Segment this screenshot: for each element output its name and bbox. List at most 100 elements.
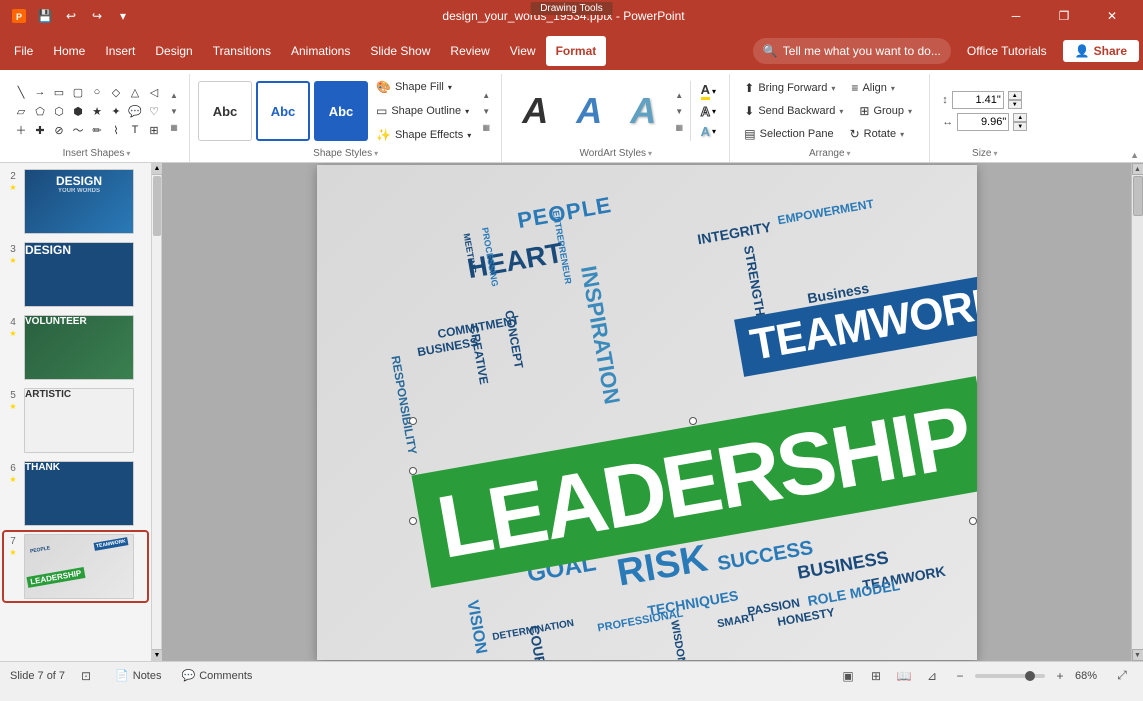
star6-tool[interactable]: ✦ — [107, 102, 125, 120]
fit-window-button[interactable]: ⤢ — [1111, 665, 1133, 687]
style-swatch-2[interactable]: Abc — [256, 81, 310, 141]
save-button[interactable]: 💾 — [34, 5, 56, 27]
office-tutorials-button[interactable]: Office Tutorials — [959, 41, 1055, 61]
size-expand[interactable]: ▾ — [993, 149, 997, 158]
slide-thumbnail-3[interactable]: 3 ★ DESIGN — [4, 240, 147, 309]
shape-fill-button[interactable]: 🎨 Shape Fill ▾ — [372, 76, 475, 98]
panel-scroll-thumb[interactable] — [153, 176, 161, 236]
wordart-expand[interactable]: ▾ — [648, 149, 652, 158]
shapes-scroll-down[interactable]: ▼ — [167, 104, 181, 118]
freeform-tool[interactable]: ✏ — [88, 121, 106, 139]
height-down[interactable]: ▼ — [1008, 100, 1022, 109]
wordart-more[interactable]: ▦ — [672, 120, 686, 134]
wordart-sample-2[interactable]: A — [564, 81, 614, 141]
menu-review[interactable]: Review — [440, 36, 499, 66]
height-up[interactable]: ▲ — [1008, 91, 1022, 100]
height-input[interactable] — [952, 91, 1004, 109]
width-input[interactable] — [957, 113, 1009, 131]
scroll-up-button[interactable]: ▲ — [1132, 163, 1143, 175]
effects-dropdown[interactable]: ▾ — [467, 131, 471, 140]
text-fill-dropdown[interactable]: ▾ — [712, 87, 716, 96]
undo-button[interactable]: ↩ — [60, 5, 82, 27]
text-effects-button[interactable]: A ▾ — [695, 122, 721, 140]
panel-scroll-up[interactable]: ▲ — [152, 163, 162, 175]
align-dropdown[interactable]: ▾ — [891, 84, 895, 93]
menu-file[interactable]: File — [4, 36, 43, 66]
wordart-scroll-down[interactable]: ▼ — [672, 104, 686, 118]
wordart-sample-1[interactable]: A — [510, 81, 560, 141]
triangle-tool[interactable]: △ — [126, 83, 144, 101]
fill-dropdown[interactable]: ▾ — [448, 83, 452, 92]
curve-tool[interactable]: 〜 — [69, 121, 87, 139]
presenter-view-button[interactable]: ⊿ — [921, 665, 943, 687]
slide-sorter-button[interactable]: ⊞ — [865, 665, 887, 687]
text-outline-button[interactable]: A ▾ — [695, 102, 721, 120]
restore-button[interactable]: ❐ — [1041, 0, 1087, 32]
slide-canvas[interactable]: PEOPLE HEART INSPIRATION INTEGRITY STREN… — [317, 165, 977, 660]
canvas-scrollbar-vertical[interactable]: ▲ ▼ — [1131, 163, 1143, 661]
notes-button[interactable]: 📄 Notes — [109, 667, 167, 684]
ribbon-collapse-button[interactable]: ▲ — [1130, 150, 1139, 160]
scroll-track-vertical[interactable] — [1132, 175, 1143, 649]
close-button[interactable]: ✕ — [1089, 0, 1135, 32]
zoom-thumb[interactable] — [1025, 671, 1035, 681]
menu-view[interactable]: View — [500, 36, 546, 66]
reading-view-button[interactable]: 📖 — [893, 665, 915, 687]
slide-thumbnail-5[interactable]: 5 ★ ARTISTIC — [4, 386, 147, 455]
oct-tool[interactable]: ⬢ — [69, 102, 87, 120]
zoom-in-button[interactable]: + — [1049, 665, 1071, 687]
slide-thumbnail-4[interactable]: 4 ★ VOLUNTEER — [4, 313, 147, 382]
comments-button[interactable]: 💬 Comments — [176, 667, 259, 684]
roundrect-tool[interactable]: ▢ — [69, 83, 87, 101]
menu-format[interactable]: Format — [546, 36, 607, 66]
width-up[interactable]: ▲ — [1013, 113, 1027, 122]
fit-slide-button[interactable]: ⊡ — [75, 665, 97, 687]
menu-slideshow[interactable]: Slide Show — [360, 36, 440, 66]
rotate-button[interactable]: ↻ Rotate ▾ — [844, 123, 911, 145]
menu-transitions[interactable]: Transitions — [203, 36, 281, 66]
arrow-tool[interactable]: → — [31, 83, 49, 101]
trap-tool[interactable]: ⬠ — [31, 102, 49, 120]
hex-tool[interactable]: ⬡ — [50, 102, 68, 120]
wordart-sample-3[interactable]: A — [618, 81, 668, 141]
shape-outline-button[interactable]: ▭ Shape Outline ▾ — [372, 100, 475, 122]
ban-tool[interactable]: ⊘ — [50, 121, 68, 139]
text-fill-button[interactable]: A ▾ — [695, 82, 721, 100]
rtriangle-tool[interactable]: ◁ — [145, 83, 163, 101]
para-tool[interactable]: ▱ — [12, 102, 30, 120]
panel-scroll-down[interactable]: ▼ — [152, 649, 162, 661]
slide-thumbnail-6[interactable]: 6 ★ THANK — [4, 459, 147, 528]
bring-forward-dropdown[interactable]: ▾ — [831, 84, 835, 93]
plus-tool[interactable]: ＋ — [12, 121, 30, 139]
share-button[interactable]: 👤 Share — [1063, 40, 1139, 62]
scroll-thumb-vertical[interactable] — [1133, 176, 1143, 216]
line-tool[interactable]: ╲ — [12, 83, 30, 101]
align-button[interactable]: ≡ Align ▾ — [845, 77, 901, 99]
wordart-scroll-up[interactable]: ▲ — [672, 88, 686, 102]
slide-thumbnail-2[interactable]: 2 ★ DESIGN YOUR WORDS — [4, 167, 147, 236]
menu-home[interactable]: Home — [43, 36, 95, 66]
tell-me-input[interactable]: 🔍 Tell me what you want to do... — [753, 38, 951, 64]
menu-animations[interactable]: Animations — [281, 36, 360, 66]
bring-forward-button[interactable]: ⬆ Bring Forward ▾ — [738, 77, 841, 99]
slide-panel-scrollbar[interactable]: ▲ ▼ — [152, 163, 162, 661]
styles-scroll-up[interactable]: ▲ — [479, 88, 493, 102]
send-backward-button[interactable]: ⬇ Send Backward ▾ — [738, 100, 849, 122]
group-dropdown[interactable]: ▾ — [908, 107, 912, 116]
zoom-out-button[interactable]: − — [949, 665, 971, 687]
menu-insert[interactable]: Insert — [95, 36, 145, 66]
star-tool[interactable]: ★ — [88, 102, 106, 120]
width-down[interactable]: ▼ — [1013, 122, 1027, 131]
normal-view-button[interactable]: ▣ — [837, 665, 859, 687]
text-effects-dropdown[interactable]: ▾ — [712, 127, 716, 136]
styles-more[interactable]: ▦ — [479, 120, 493, 134]
shapes-scroll-up[interactable]: ▲ — [167, 88, 181, 102]
customize-button[interactable]: ▾ — [112, 5, 134, 27]
group-button[interactable]: ⊞ Group ▾ — [853, 100, 918, 122]
redo-button[interactable]: ↪ — [86, 5, 108, 27]
text-outline-dropdown[interactable]: ▾ — [712, 107, 716, 116]
arrange-expand[interactable]: ▾ — [847, 149, 851, 158]
rotate-dropdown[interactable]: ▾ — [900, 130, 904, 139]
send-backward-dropdown[interactable]: ▾ — [839, 107, 843, 116]
shape-effects-button[interactable]: ✨ Shape Effects ▾ — [372, 124, 475, 146]
